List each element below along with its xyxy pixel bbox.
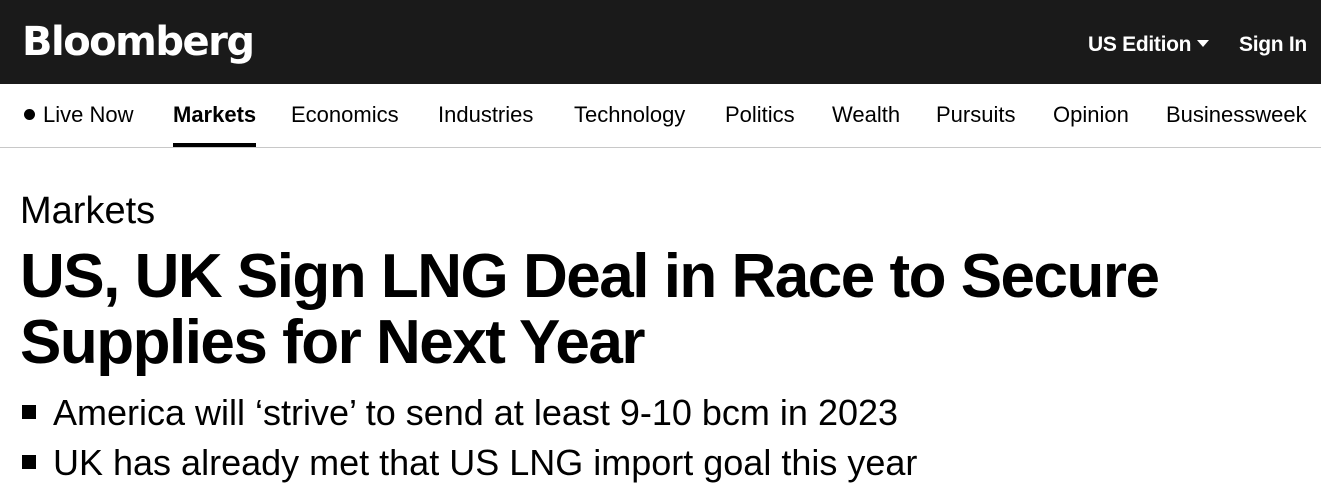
article-section-label[interactable]: Markets [20, 188, 155, 234]
summary-bullet-text: UK has already met that US LNG import go… [53, 442, 918, 483]
article-summary-list: America will ‘strive’ to send at least 9… [20, 388, 917, 488]
nav-item-markets[interactable]: Markets [173, 84, 257, 147]
nav-item-label: Live Now [43, 102, 134, 127]
summary-bullet: UK has already met that US LNG import go… [20, 438, 917, 488]
nav-item-politics[interactable]: Politics [725, 84, 795, 147]
nav-item-technology[interactable]: Technology [574, 84, 685, 147]
bloomberg-logo[interactable]: Bloomberg [22, 16, 255, 68]
nav-item-opinion[interactable]: Opinion [1053, 84, 1129, 147]
top-header-bar: Bloomberg US Edition Sign In [0, 0, 1321, 84]
nav-item-live-now[interactable]: Live Now [24, 84, 133, 147]
main-nav: Live Now Markets Economics Industries Te… [0, 84, 1321, 148]
edition-selector[interactable]: US Edition [1088, 31, 1210, 59]
edition-label: US Edition [1088, 33, 1192, 56]
square-bullet-icon [22, 455, 36, 469]
square-bullet-icon [22, 405, 36, 419]
summary-bullet: America will ‘strive’ to send at least 9… [20, 388, 917, 438]
sign-in-link[interactable]: Sign In [1239, 31, 1307, 59]
nav-item-industries[interactable]: Industries [438, 84, 533, 147]
nav-item-economics[interactable]: Economics [291, 84, 399, 147]
nav-item-wealth[interactable]: Wealth [832, 84, 900, 147]
nav-item-businessweek[interactable]: Businessweek [1166, 84, 1307, 147]
article-headline: US, UK Sign LNG Deal in Race to Secure S… [20, 242, 1160, 377]
live-dot-icon [24, 108, 35, 120]
summary-bullet-text: America will ‘strive’ to send at least 9… [53, 392, 899, 433]
nav-item-pursuits[interactable]: Pursuits [936, 84, 1015, 147]
caret-down-icon [1197, 39, 1210, 47]
